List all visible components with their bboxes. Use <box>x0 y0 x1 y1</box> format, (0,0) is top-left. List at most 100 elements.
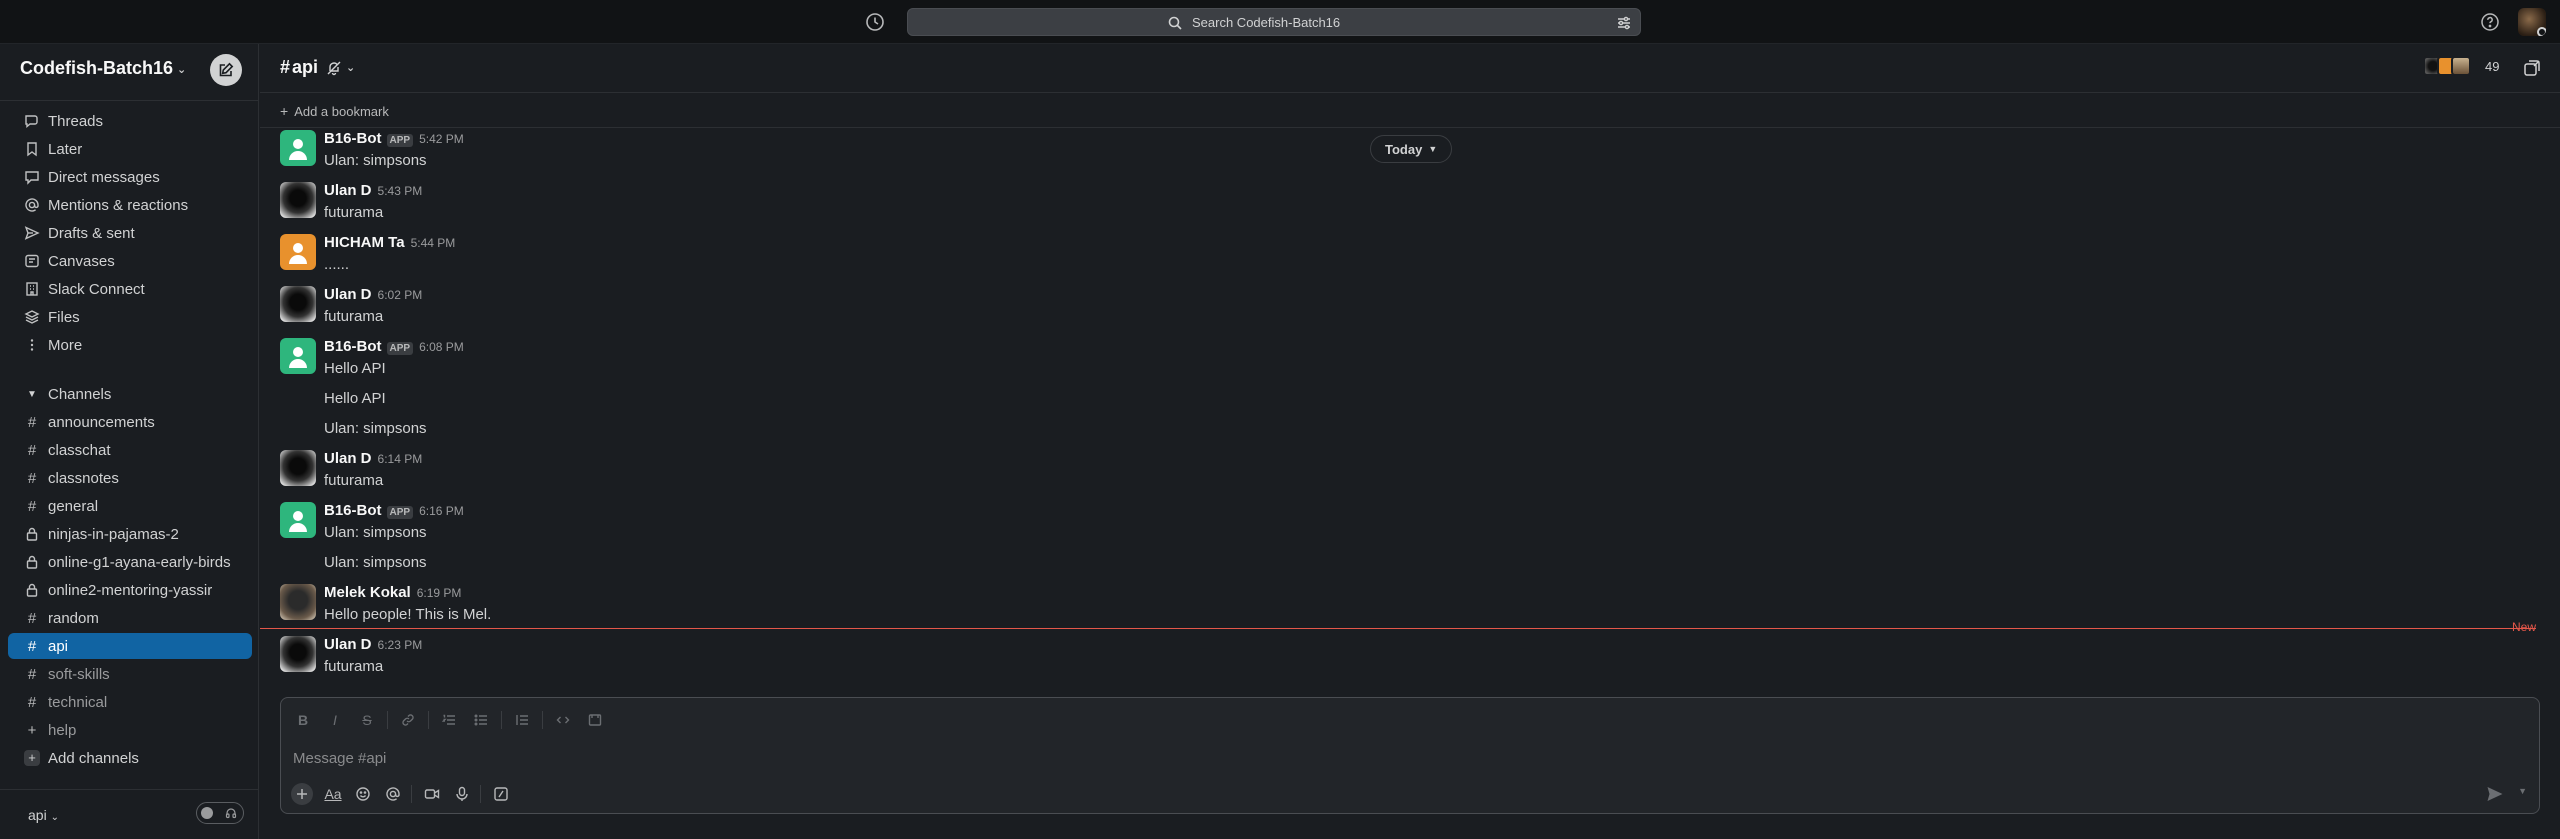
sidebar-item-random[interactable]: # random <box>8 605 252 631</box>
sidebar-item-api[interactable]: # api <box>8 633 252 659</box>
user-avatar[interactable] <box>280 450 316 486</box>
bot-avatar[interactable] <box>280 130 316 166</box>
help-icon[interactable] <box>2480 12 2500 32</box>
user-avatar[interactable] <box>280 234 316 270</box>
sidebar-item-online-g1-ayana-early-birds[interactable]: online-g1-ayana-early-birds <box>8 549 252 575</box>
sidebar-item-announcements[interactable]: # announcements <box>8 409 252 435</box>
timestamp[interactable]: 5:44 PM <box>411 236 456 250</box>
mention-icon[interactable] <box>381 782 405 806</box>
user-avatar[interactable] <box>280 584 316 620</box>
search-bar[interactable]: Search Codefish-Batch16 <box>907 8 1641 36</box>
author-name[interactable]: Melek Kokal <box>324 584 411 601</box>
user-avatar[interactable] <box>280 182 316 218</box>
timestamp[interactable]: 6:02 PM <box>378 288 423 302</box>
filter-icon[interactable] <box>1616 15 1632 31</box>
author-name[interactable]: Ulan D <box>324 450 372 467</box>
sidebar-item-direct-messages[interactable]: Direct messages <box>8 164 252 190</box>
history-icon[interactable] <box>864 11 886 33</box>
sidebar-item-label: More <box>48 336 83 354</box>
add-channels-label: Add channels <box>48 749 139 767</box>
toolbar-separator <box>542 711 543 729</box>
author-name[interactable]: B16-Bot <box>324 502 382 519</box>
send-icon[interactable] <box>2485 784 2505 804</box>
user-avatar[interactable] <box>280 286 316 322</box>
user-avatar[interactable] <box>2518 8 2546 36</box>
sidebar-item-later[interactable]: Later <box>8 136 252 162</box>
sidebar-item-technical[interactable]: # technical <box>8 689 252 715</box>
message-text: Ulan: simpsons <box>324 420 427 437</box>
date-jump-button[interactable]: Today ▼ <box>1370 135 1453 163</box>
hash-icon: # <box>27 609 37 627</box>
sidebar-item-mentions[interactable]: Mentions & reactions <box>8 192 252 218</box>
code-block-icon[interactable] <box>583 708 607 732</box>
timestamp[interactable]: 6:16 PM <box>419 504 464 518</box>
sidebar-item-online2-mentoring-yassir[interactable]: online2-mentoring-yassir <box>8 577 252 603</box>
blockquote-icon[interactable] <box>510 708 534 732</box>
microphone-icon[interactable] <box>450 782 474 806</box>
ordered-list-icon[interactable] <box>437 708 461 732</box>
message-text: futurama <box>324 658 384 675</box>
channel-label: api <box>48 637 69 655</box>
author-name[interactable]: Ulan D <box>324 182 372 199</box>
author-name[interactable]: B16-Bot <box>324 130 382 147</box>
channels-section-header[interactable]: ▼ Channels <box>8 381 252 407</box>
bot-avatar[interactable] <box>280 502 316 538</box>
members-button[interactable]: 49 <box>2423 56 2499 76</box>
sidebar-item-classchat[interactable]: # classchat <box>8 437 252 463</box>
user-avatar[interactable] <box>280 636 316 672</box>
sidebar-footer-divider <box>0 789 259 790</box>
bullet-list-icon[interactable] <box>469 708 493 732</box>
italic-button[interactable]: I <box>323 708 347 732</box>
sidebar-item-canvases[interactable]: Canvases <box>8 248 252 274</box>
add-channels-button[interactable]: + Add channels <box>8 745 252 771</box>
sidebar-item-classnotes[interactable]: # classnotes <box>8 465 252 491</box>
video-icon[interactable] <box>420 782 444 806</box>
sidebar-item-help[interactable]: + help <box>8 717 252 743</box>
timestamp[interactable]: 5:43 PM <box>378 184 423 198</box>
plus-icon[interactable] <box>291 783 313 805</box>
message-text: futurama <box>324 472 384 489</box>
plus-icon: + <box>280 103 289 119</box>
hash-icon: # <box>27 413 37 431</box>
huddle-toggle[interactable] <box>196 802 244 824</box>
author-name[interactable]: Ulan D <box>324 286 372 303</box>
channel-title-button[interactable]: # api ⌄ <box>280 57 355 78</box>
sidebar-item-soft-skills[interactable]: # soft-skills <box>8 661 252 687</box>
add-bookmark-button[interactable]: + Add a bookmark <box>280 103 389 119</box>
timestamp[interactable]: 6:23 PM <box>378 638 423 652</box>
chevron-down-icon[interactable]: ▼ <box>2518 786 2527 796</box>
bot-avatar[interactable] <box>280 338 316 374</box>
message-composer: B I S Aa ▼ <box>280 697 2540 814</box>
workspace-switcher[interactable]: Codefish-Batch16 ⌄ <box>20 58 186 79</box>
message-text: futurama <box>324 308 384 325</box>
text-format-icon[interactable]: Aa <box>321 782 345 806</box>
strikethrough-button[interactable]: S <box>355 708 379 732</box>
shortcuts-icon[interactable] <box>489 782 513 806</box>
sidebar-item-threads[interactable]: Threads <box>8 108 252 134</box>
huddle-icon[interactable] <box>2522 58 2542 78</box>
huddle-channel-select[interactable]: api ⌄ <box>28 807 59 823</box>
link-icon[interactable] <box>396 708 420 732</box>
sidebar-item-files[interactable]: Files <box>8 304 252 330</box>
timestamp[interactable]: 6:08 PM <box>419 340 464 354</box>
sidebar-item-more[interactable]: More <box>8 332 252 358</box>
code-icon[interactable] <box>551 708 575 732</box>
message-input[interactable] <box>293 746 2493 770</box>
section-label: Channels <box>48 385 112 403</box>
bold-button[interactable]: B <box>291 708 315 732</box>
sidebar-item-ninjas-in-pajamas-2[interactable]: ninjas-in-pajamas-2 <box>8 521 252 547</box>
sidebar-item-general[interactable]: # general <box>8 493 252 519</box>
hash-icon: # <box>27 637 37 655</box>
message-text: Hello API <box>324 360 386 377</box>
compose-button[interactable] <box>210 54 242 86</box>
author-name[interactable]: HICHAM Ta <box>324 234 405 251</box>
author-name[interactable]: B16-Bot <box>324 338 382 355</box>
sidebar-item-label: Mentions & reactions <box>48 196 189 214</box>
emoji-icon[interactable] <box>351 782 375 806</box>
author-name[interactable]: Ulan D <box>324 636 372 653</box>
sidebar-item-slack-connect[interactable]: Slack Connect <box>8 276 252 302</box>
sidebar-item-drafts[interactable]: Drafts & sent <box>8 220 252 246</box>
timestamp[interactable]: 6:19 PM <box>417 586 462 600</box>
timestamp[interactable]: 5:42 PM <box>419 132 464 146</box>
timestamp[interactable]: 6:14 PM <box>378 452 423 466</box>
